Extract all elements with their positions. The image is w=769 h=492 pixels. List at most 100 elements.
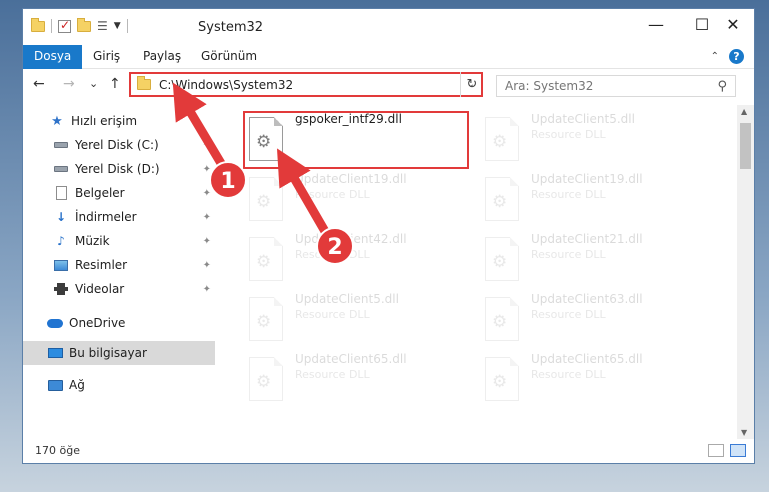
dll-file-icon: ⚙ <box>249 297 283 341</box>
network-icon <box>47 378 63 392</box>
sidebar-item-local-disk-c[interactable]: Yerel Disk (C:) ✦ <box>23 133 215 157</box>
sidebar-item-label: Ağ <box>69 378 85 392</box>
file-name: UpdateClient5.dll <box>295 292 399 306</box>
address-path[interactable]: C:\Windows\System32 <box>159 78 467 92</box>
file-type: Resource DLL <box>295 308 370 321</box>
pin-icon[interactable]: ✦ <box>203 236 211 247</box>
ribbon-tabs: Dosya Giriş Paylaş Görünüm ⌃ ? <box>23 45 754 69</box>
dll-file-icon: ⚙ <box>249 117 283 161</box>
customize-toolbar-dropdown-icon[interactable]: ▼ <box>114 21 121 31</box>
file-item[interactable]: ⚙ UpdateClient42.dll Resource DLL <box>245 231 475 287</box>
sidebar-item-videos[interactable]: Videolar ✦ <box>23 277 215 301</box>
file-item[interactable]: ⚙ UpdateClient19.dll Resource DLL <box>245 171 475 227</box>
new-folder-icon[interactable] <box>77 17 91 32</box>
file-name: UpdateClient5.dll <box>531 112 635 126</box>
tiles-view-icon[interactable] <box>730 444 746 457</box>
pin-icon[interactable]: ✦ <box>203 212 211 223</box>
search-input[interactable] <box>505 79 718 93</box>
file-item[interactable]: ⚙ UpdateClient5.dll Resource DLL <box>481 111 711 167</box>
toolbar-separator <box>51 19 52 33</box>
pin-icon[interactable]: ✦ <box>203 140 211 151</box>
sidebar-item-label: Müzik <box>75 234 110 248</box>
file-type: Resource DLL <box>531 128 606 141</box>
file-item[interactable]: ⚙ UpdateClient65.dll Resource DLL <box>481 351 711 407</box>
tab-share[interactable]: Paylaş <box>132 45 192 69</box>
view-options-icon[interactable]: ☰ <box>97 19 108 33</box>
dll-file-icon: ⚙ <box>485 237 519 281</box>
close-button[interactable]: ✕ <box>710 9 754 39</box>
download-icon: ↓ <box>55 210 67 224</box>
video-icon <box>53 282 69 296</box>
recent-locations-button[interactable]: ⌄ <box>89 77 98 90</box>
file-item[interactable]: ⚙ UpdateClient19.dll Resource DLL <box>481 171 711 227</box>
quick-access-toolbar: ☰ ▼ <box>31 17 128 33</box>
sidebar-item-music[interactable]: ♪ Müzik ✦ <box>23 229 215 253</box>
file-item[interactable]: ⚙ UpdateClient21.dll Resource DLL <box>481 231 711 287</box>
picture-icon <box>53 258 69 272</box>
document-icon <box>53 186 69 200</box>
vertical-scrollbar[interactable]: ▲ ▼ <box>737 105 754 439</box>
tab-home[interactable]: Giriş <box>82 45 131 69</box>
details-view-icon[interactable] <box>708 444 724 457</box>
view-switcher <box>708 444 746 457</box>
sidebar-item-label: Resimler <box>75 258 128 272</box>
folder-icon <box>31 17 45 32</box>
forward-button[interactable]: → <box>63 76 75 92</box>
scroll-down-icon[interactable]: ▼ <box>741 428 747 437</box>
up-button[interactable]: ↑ <box>109 76 121 92</box>
sidebar-item-downloads[interactable]: ↓ İndirmeler ✦ <box>23 205 215 229</box>
file-name: UpdateClient19.dll <box>295 172 407 186</box>
ribbon-controls: ⌃ ? <box>711 49 744 64</box>
dll-file-icon: ⚙ <box>249 357 283 401</box>
sidebar-item-label: Yerel Disk (C:) <box>75 138 159 152</box>
file-type: Resource DLL <box>295 188 370 201</box>
pin-icon[interactable]: ✦ <box>203 260 211 271</box>
status-bar: 170 öğe <box>23 439 754 463</box>
chevron-up-icon[interactable]: ⌃ <box>711 51 719 62</box>
file-item[interactable]: ⚙ UpdateClient5.dll Resource DLL <box>245 291 475 347</box>
sidebar-item-onedrive[interactable]: OneDrive <box>23 311 215 335</box>
file-item[interactable]: ⚙ UpdateClient65.dll Resource DLL <box>245 351 475 407</box>
item-count: 170 öğe <box>35 444 80 457</box>
scroll-up-icon[interactable]: ▲ <box>741 107 747 116</box>
file-name: UpdateClient42.dll <box>295 232 407 246</box>
file-name: UpdateClient21.dll <box>531 232 643 246</box>
sidebar-item-local-disk-d[interactable]: Yerel Disk (D:) ✦ <box>23 157 215 181</box>
file-name: UpdateClient63.dll <box>531 292 643 306</box>
sidebar-item-pictures[interactable]: Resimler ✦ <box>23 253 215 277</box>
music-icon: ♪ <box>57 234 65 248</box>
sidebar-item-this-pc[interactable]: Bu bilgisayar <box>23 341 215 365</box>
disk-icon <box>53 138 69 152</box>
toolbar-separator <box>126 19 128 33</box>
tab-file[interactable]: Dosya <box>23 45 83 69</box>
properties-check-icon[interactable] <box>58 18 71 33</box>
help-icon[interactable]: ? <box>729 49 744 64</box>
pin-icon[interactable]: ✦ <box>203 284 211 295</box>
file-type: Resource DLL <box>531 188 606 201</box>
dll-file-icon: ⚙ <box>485 117 519 161</box>
scroll-thumb[interactable] <box>740 123 751 169</box>
sidebar-item-label: Yerel Disk (D:) <box>75 162 160 176</box>
address-bar[interactable]: C:\Windows\System32 ⌄ <box>129 72 483 97</box>
title-bar: ☰ ▼ System32 — ☐ ✕ <box>23 9 754 45</box>
search-icon[interactable]: ⚲ <box>717 79 727 94</box>
sidebar-item-documents[interactable]: Belgeler ✦ <box>23 181 215 205</box>
search-box[interactable]: ⚲ <box>496 75 736 97</box>
back-button[interactable]: ← <box>33 76 45 92</box>
refresh-button[interactable]: ↻ <box>460 72 483 97</box>
file-name: UpdateClient65.dll <box>295 352 407 366</box>
sidebar-item-label: Belgeler <box>75 186 125 200</box>
file-name: UpdateClient19.dll <box>531 172 643 186</box>
pin-icon[interactable]: ✦ <box>203 188 211 199</box>
file-item-gspoker[interactable]: ⚙ gspoker_intf29.dll <box>245 111 475 167</box>
dll-file-icon: ⚙ <box>249 177 283 221</box>
file-name: gspoker_intf29.dll <box>295 112 402 126</box>
minimize-button[interactable]: — <box>633 9 679 39</box>
sidebar-item-quick-access[interactable]: ★ Hızlı erişim <box>23 109 215 133</box>
sidebar-item-network[interactable]: Ağ <box>23 373 215 397</box>
file-type: Resource DLL <box>531 248 606 261</box>
file-explorer-window: ☰ ▼ System32 — ☐ ✕ Dosya Giriş Paylaş Gö… <box>22 8 755 464</box>
tab-view[interactable]: Görünüm <box>190 45 268 69</box>
pin-icon[interactable]: ✦ <box>203 164 211 175</box>
file-item[interactable]: ⚙ UpdateClient63.dll Resource DLL <box>481 291 711 347</box>
